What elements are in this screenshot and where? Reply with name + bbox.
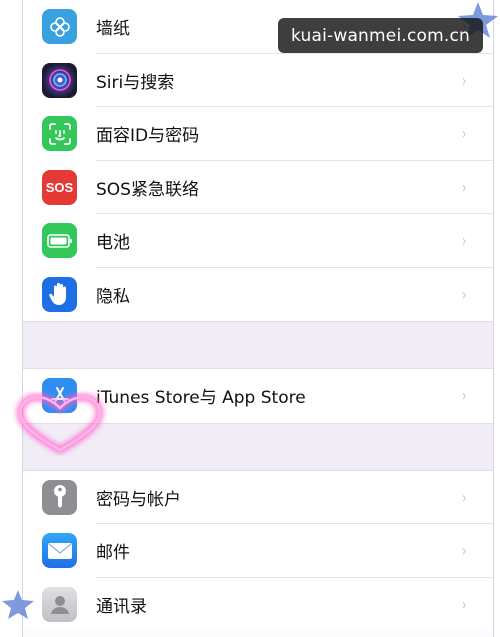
- section-spacer: [23, 321, 493, 369]
- key-icon: [42, 479, 77, 515]
- chevron-right-icon: ›: [461, 487, 467, 507]
- settings-row-label: 通讯录: [96, 596, 147, 617]
- settings-row-faceid[interactable]: 面容ID与密码 ›: [23, 107, 493, 161]
- star-sticker-icon: [2, 590, 34, 619]
- settings-row-contacts[interactable]: 通讯录 ›: [23, 578, 493, 632]
- settings-row-label: 邮件: [96, 543, 130, 564]
- settings-row-label: Siri与搜索: [96, 72, 175, 93]
- sos-icon: SOS: [42, 169, 77, 205]
- privacy-hand-icon: [42, 276, 77, 312]
- faceid-icon: [42, 116, 77, 152]
- chevron-right-icon: ›: [461, 541, 467, 561]
- chevron-right-icon: ›: [461, 284, 467, 304]
- chevron-right-icon: ›: [461, 70, 467, 90]
- settings-row-privacy[interactable]: 隐私 ›: [23, 268, 493, 322]
- settings-row-label: 面容ID与密码: [96, 126, 200, 147]
- wallpaper-icon: [42, 9, 77, 45]
- battery-icon: [42, 223, 77, 259]
- settings-row-label: 墙纸: [96, 19, 130, 40]
- settings-row-label: 电池: [96, 233, 130, 254]
- settings-row-label: 密码与帐户: [96, 489, 181, 510]
- chevron-right-icon: ›: [461, 594, 467, 614]
- siri-icon: [42, 62, 77, 98]
- chevron-right-icon: ›: [461, 231, 467, 251]
- chevron-right-icon: ›: [461, 386, 467, 406]
- settings-row-sos[interactable]: SOS SOS紧急联络 ›: [23, 161, 493, 214]
- settings-row-battery[interactable]: 电池 ›: [23, 214, 493, 268]
- settings-row-label: 隐私: [96, 286, 130, 307]
- settings-row-label: SOS紧急联络: [96, 179, 199, 200]
- mail-icon: [42, 533, 77, 569]
- heart-sticker-icon: [16, 393, 104, 455]
- settings-row-label: iTunes Store与 App Store: [96, 388, 306, 409]
- watermark-label: kuai-wanmei.com.cn: [278, 18, 483, 53]
- chevron-right-icon: ›: [461, 124, 467, 144]
- settings-group-3: 密码与帐户 › 邮件 › 通讯录 ›: [23, 470, 493, 632]
- settings-list: 墙纸 › Siri与搜索 ›: [22, 0, 494, 637]
- chevron-right-icon: ›: [461, 177, 467, 197]
- settings-row-passwords[interactable]: 密码与帐户 ›: [23, 471, 493, 524]
- settings-row-siri[interactable]: Siri与搜索 ›: [23, 54, 493, 107]
- contacts-icon: [42, 586, 77, 622]
- settings-row-mail[interactable]: 邮件 ›: [23, 524, 493, 578]
